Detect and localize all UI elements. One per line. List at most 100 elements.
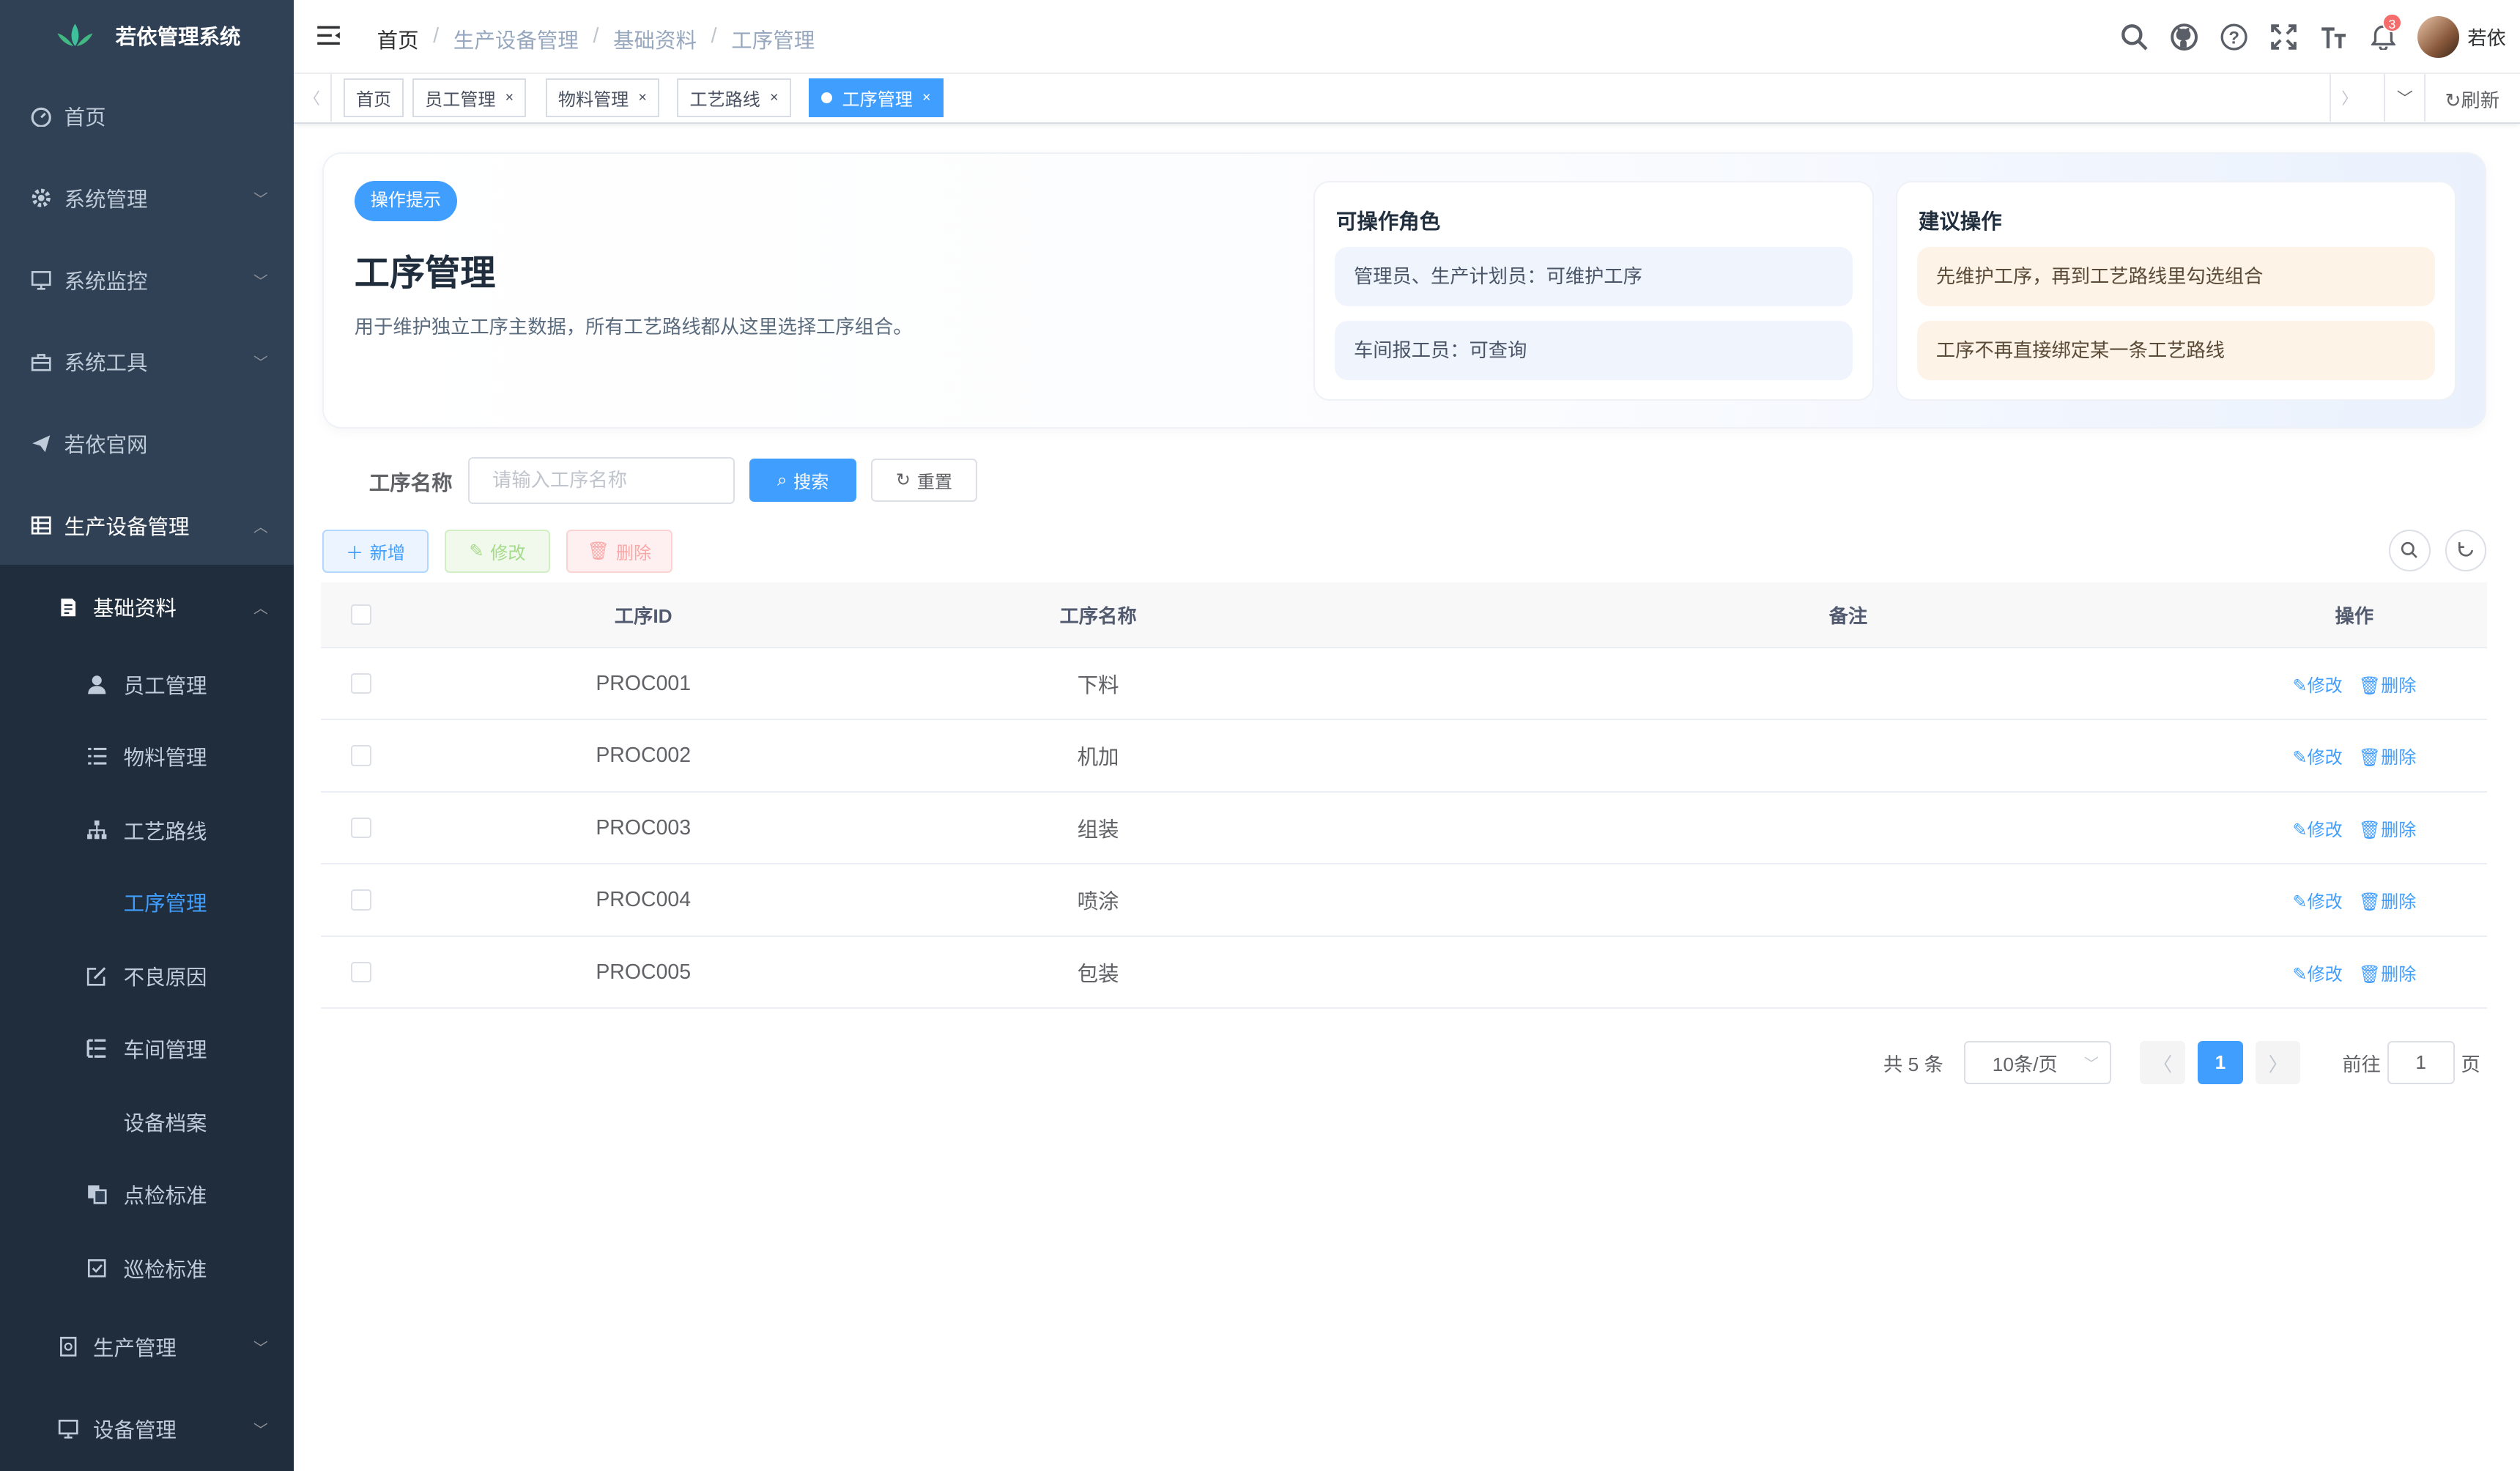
tags-dropdown-icon[interactable]: ﹀	[2384, 73, 2426, 122]
row-actions: ✎修改 🗑删除	[2222, 720, 2486, 791]
process-id-cell: PROC005	[596, 960, 692, 984]
goto-page-input[interactable]: 1	[2387, 1041, 2455, 1085]
sidebar-item-home[interactable]: 首页	[0, 75, 294, 158]
sidebar-item-route[interactable]: 工艺路线	[0, 794, 294, 867]
row-delete-link[interactable]: 🗑删除	[2359, 671, 2417, 697]
row-edit-label: 修改	[2307, 675, 2343, 696]
grid-icon	[31, 515, 51, 536]
hamburger-icon[interactable]	[316, 24, 341, 47]
tag-route[interactable]: 工艺路线 ×	[677, 78, 791, 117]
monitor-icon	[58, 1418, 78, 1439]
search-icon[interactable]	[2110, 0, 2160, 74]
sidebar-item-equipment-archive[interactable]: 设备档案	[0, 1086, 294, 1159]
edit-icon: ✎	[2292, 748, 2308, 768]
reset-button[interactable]: ↻ 重置	[871, 459, 977, 503]
help-icon[interactable]: ?	[2209, 0, 2259, 74]
font-size-icon[interactable]	[2309, 0, 2359, 74]
scroll-right-icon[interactable]: 〉	[2329, 73, 2368, 122]
sidebar-item-monitor[interactable]: 系统监控 ﹀	[0, 239, 294, 321]
prev-page-button[interactable]: 〈	[2140, 1041, 2185, 1085]
process-name-input[interactable]: 请输入工序名称	[468, 457, 735, 504]
sidebar-item-system[interactable]: 系统管理 ﹀	[0, 158, 294, 240]
plus-icon: ＋	[345, 543, 364, 563]
sidebar-item-workshop[interactable]: 车间管理	[0, 1012, 294, 1085]
sidebar-item-process[interactable]: 工序管理	[0, 867, 294, 939]
tag-label: 工序管理	[842, 90, 913, 111]
close-icon[interactable]: ×	[922, 89, 931, 106]
search-icon: ⌕	[777, 470, 788, 490]
refresh-button[interactable]: ↻刷新	[2445, 85, 2499, 113]
page-size-select[interactable]: 10条/页 ﹀	[1963, 1041, 2112, 1085]
row-checkbox[interactable]	[321, 864, 401, 935]
process-name-cell: 组装	[1077, 818, 1119, 842]
bell-icon[interactable]: 3	[2358, 0, 2408, 74]
tag-process[interactable]: 工序管理 ×	[808, 78, 944, 117]
sidebar-item-basic-data[interactable]: 基础资料 ︿	[0, 566, 294, 648]
row-checkbox[interactable]	[321, 793, 401, 864]
search-button[interactable]: ⌕ 搜索	[749, 459, 857, 503]
fullscreen-icon[interactable]	[2259, 0, 2309, 74]
refresh-icon: ↻	[895, 470, 911, 491]
toggle-search-button[interactable]	[2388, 529, 2431, 571]
sidebar-item-label: 工艺路线	[123, 820, 207, 844]
active-dot-icon	[821, 92, 833, 104]
row-edit-link[interactable]: ✎修改	[2292, 960, 2342, 985]
username[interactable]: 若依	[2467, 23, 2506, 51]
app-logo[interactable]: 若依管理系统	[0, 0, 294, 70]
refresh-table-button[interactable]	[2445, 529, 2487, 571]
tag-employee[interactable]: 员工管理 ×	[412, 78, 527, 117]
table-row: PROC001 下料 ✎修改 🗑删除	[321, 648, 2487, 721]
sidebar-item-material[interactable]: 物料管理	[0, 720, 294, 793]
edit-button[interactable]: ✎ 修改	[444, 529, 551, 573]
scroll-left-icon[interactable]: 〈	[294, 73, 333, 122]
sidebar-item-spot-check[interactable]: 点检标准	[0, 1158, 294, 1231]
sidebar-item-tools[interactable]: 系统工具 ﹀	[0, 321, 294, 403]
sidebar-item-production[interactable]: 生产管理 ﹀	[0, 1306, 294, 1388]
trash-icon: 🗑	[2358, 964, 2382, 985]
next-page-button[interactable]: 〉	[2256, 1041, 2301, 1085]
close-icon[interactable]: ×	[505, 89, 514, 106]
tag-label: 物料管理	[557, 90, 629, 111]
row-edit-label: 修改	[2307, 820, 2343, 840]
sidebar-item-production-equipment[interactable]: 生产设备管理 ︿	[0, 484, 294, 566]
sidebar-item-patrol-check[interactable]: 巡检标准	[0, 1232, 294, 1305]
row-delete-link[interactable]: 🗑删除	[2359, 887, 2417, 913]
tag-home[interactable]: 首页	[343, 78, 404, 117]
row-checkbox[interactable]	[321, 720, 401, 791]
navbar: 首页 / 生产设备管理 / 基础资料 / 工序管理 ? 3 若依	[293, 0, 2520, 74]
row-delete-link[interactable]: 🗑删除	[2359, 815, 2417, 841]
github-icon[interactable]	[2160, 0, 2209, 74]
add-button[interactable]: ＋新增	[322, 529, 429, 573]
suggest-item: 工序不再直接绑定某一条工艺路线	[1916, 320, 2435, 380]
search-icon	[2401, 541, 2418, 558]
sidebar-item-employee[interactable]: 员工管理	[0, 648, 294, 721]
sidebar-item-label: 设备管理	[93, 1418, 177, 1442]
close-icon[interactable]: ×	[638, 89, 647, 106]
close-icon[interactable]: ×	[770, 89, 779, 106]
avatar[interactable]	[2417, 15, 2460, 58]
chevron-up-icon: ︿	[253, 519, 268, 536]
notification-badge: 3	[2382, 12, 2402, 32]
tree-icon	[86, 820, 107, 840]
row-actions: ✎修改 🗑删除	[2222, 648, 2486, 719]
row-edit-link[interactable]: ✎修改	[2292, 671, 2342, 697]
tag-material[interactable]: 物料管理 ×	[545, 78, 660, 117]
sidebar-item-defect-reason[interactable]: 不良原因	[0, 940, 294, 1012]
page-1-button[interactable]: 1	[2198, 1041, 2243, 1085]
delete-button[interactable]: 🗑 删除	[566, 529, 672, 573]
sidebar-item-website[interactable]: 若依官网	[0, 403, 294, 485]
row-delete-link[interactable]: 🗑删除	[2359, 960, 2417, 985]
row-delete-link[interactable]: 🗑删除	[2359, 743, 2417, 768]
sidebar-item-label: 物料管理	[123, 746, 207, 771]
row-edit-link[interactable]: ✎修改	[2292, 887, 2342, 913]
chevron-down-icon: ﹀	[253, 355, 268, 372]
refresh-label: 刷新	[2461, 89, 2500, 112]
row-checkbox[interactable]	[321, 648, 401, 719]
row-checkbox[interactable]	[321, 937, 401, 1008]
row-edit-link[interactable]: ✎修改	[2292, 815, 2342, 841]
select-all-checkbox[interactable]	[321, 582, 401, 647]
sidebar-item-equipment[interactable]: 设备管理 ﹀	[0, 1387, 294, 1470]
row-edit-link[interactable]: ✎修改	[2292, 743, 2342, 768]
breadcrumb-item[interactable]: 首页	[377, 24, 419, 54]
breadcrumb-item: 生产设备管理	[453, 29, 579, 53]
